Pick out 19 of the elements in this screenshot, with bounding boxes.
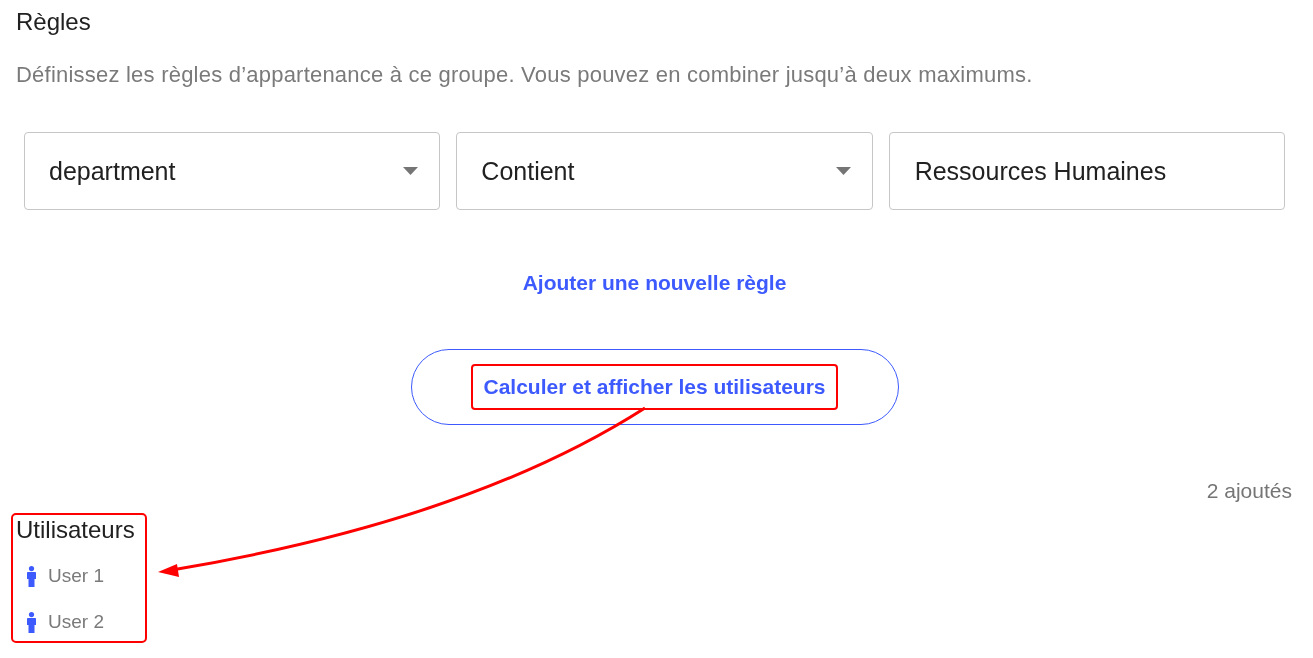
add-rule-link[interactable]: Ajouter une nouvelle règle — [522, 269, 787, 297]
compute-users-button[interactable]: Calculer et afficher les utilisateurs — [410, 349, 899, 425]
section-description: Définissez les règles d’appartenance à ce groupe. Vous pouvez en combiner jusqu’à deux maximums. — [16, 61, 1033, 89]
dropdown-field[interactable]: department — [24, 132, 441, 210]
text-input-field[interactable]: Ressources Humaines — [888, 132, 1285, 210]
added-count: 2 ajoutés — [1206, 478, 1292, 504]
dropdown-field[interactable]: Contient — [456, 132, 873, 210]
user-name: User 2 — [48, 610, 104, 634]
user-name: User 1 — [48, 564, 104, 588]
users-heading: Utilisateurs — [16, 515, 135, 545]
dropdown-value: Contient — [481, 156, 575, 187]
section-title: Règles — [16, 7, 91, 37]
input-value: Ressources Humaines — [914, 156, 1167, 187]
dropdown-value: department — [49, 156, 176, 187]
person-icon — [26, 565, 37, 587]
caret-icon — [835, 167, 851, 175]
highlighted-label: Calculer et afficher les utilisateurs — [470, 364, 839, 410]
caret-icon — [403, 167, 419, 175]
person-icon — [26, 611, 37, 633]
